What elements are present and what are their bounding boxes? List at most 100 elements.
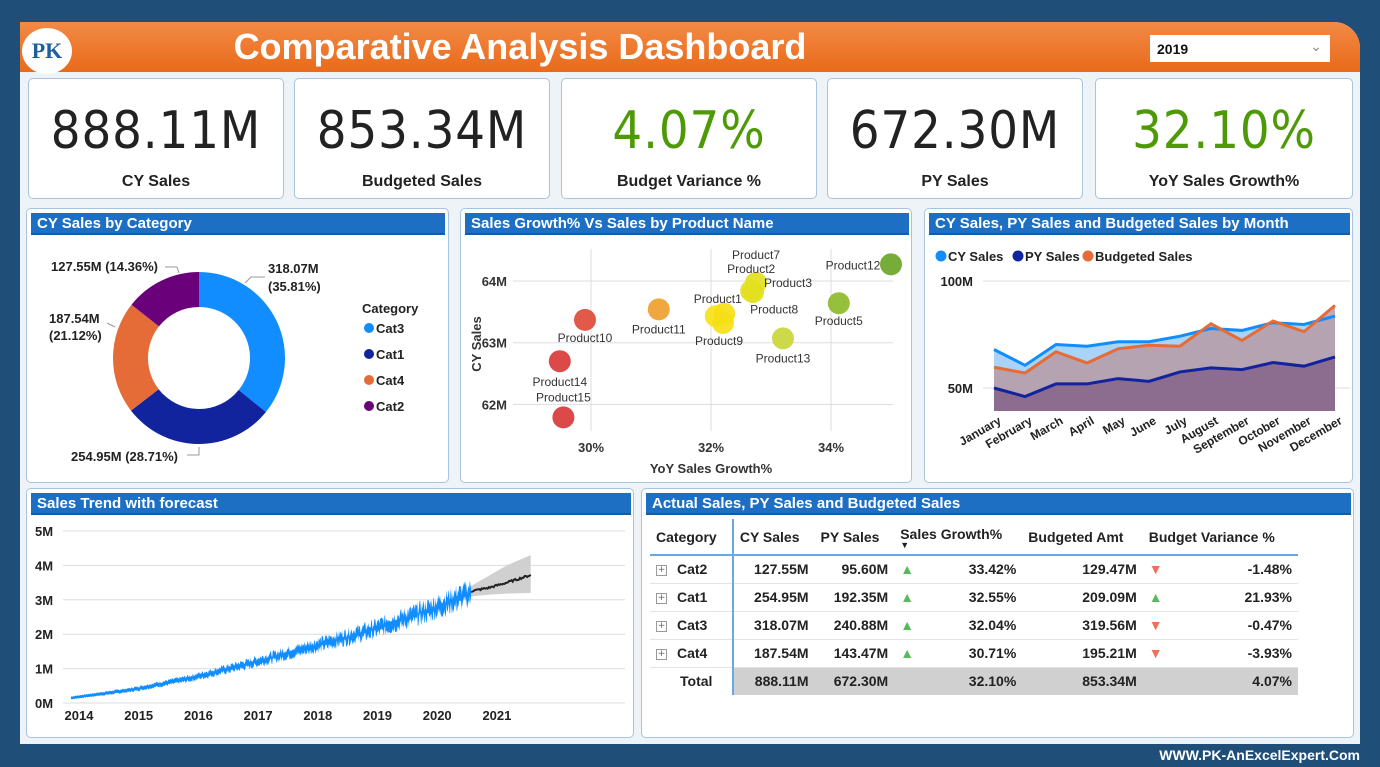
triangle-up-icon: ▲	[900, 561, 915, 578]
y-axis-label: CY Sales	[469, 316, 484, 371]
data-label: (21.12%)	[49, 328, 102, 343]
triangle-down-icon: ▼	[1148, 645, 1163, 661]
data-label: 187.54M	[49, 311, 100, 326]
column-header[interactable]: Budget Variance %	[1142, 519, 1298, 556]
legend-title: Category	[362, 301, 419, 316]
column-header[interactable]: PY Sales	[814, 519, 895, 556]
sales-table: Category CY Sales PY Sales Sales Growth% ▼ Bu…	[650, 519, 1298, 695]
trend-chart: 5M 4M 3M 2M 1M 0M 2014 2015 2016 2017 2018 2019 2020…	[35, 524, 625, 723]
py-sales-cell: 192.35M	[814, 583, 895, 612]
footer-link[interactable]: WWW.PK-AnExcelExpert.Com	[1159, 747, 1360, 763]
legend-item: CY Sales	[948, 249, 1003, 264]
variance-cell: ▼ -3.93%	[1142, 639, 1298, 668]
scatter-point-Product14[interactable]	[548, 350, 571, 373]
py-sales-cell: 240.88M	[814, 611, 895, 640]
x-tick: May	[1100, 413, 1127, 437]
cy-sales-cell: 127.55M	[731, 555, 815, 584]
data-label: 127.55M (14.36%)	[51, 259, 158, 274]
y-tick: 63M	[482, 336, 507, 351]
year-value: 2019	[1157, 41, 1189, 57]
x-tick: 2020	[423, 708, 452, 723]
expand-icon[interactable]: +	[656, 648, 667, 660]
x-tick: March	[1028, 413, 1066, 443]
point-label: Product14	[532, 375, 587, 389]
x-tick: 2019	[363, 708, 392, 723]
legend-item-Cat4: Cat4	[376, 373, 405, 388]
cy-sales-cell: 187.54M	[731, 639, 815, 668]
y-tick: 62M	[482, 397, 507, 412]
cy-sales-cell: 254.95M	[731, 583, 815, 612]
expand-icon[interactable]: +	[656, 592, 667, 604]
point-label: Product1	[694, 292, 742, 306]
budget-cell: 195.21M	[1022, 639, 1143, 668]
x-tick: 32%	[698, 440, 724, 455]
kpi-value: 672.30M	[849, 101, 1061, 161]
y-tick: 50M	[948, 381, 973, 396]
x-tick: 30%	[578, 440, 604, 455]
point-label: Product8	[750, 303, 798, 317]
point-label: Product9	[695, 334, 743, 348]
x-tick: April	[1066, 413, 1097, 439]
x-tick: 34%	[818, 440, 844, 455]
legend-item: Budgeted Sales	[1095, 249, 1193, 264]
kpi-label: CY Sales	[121, 173, 191, 190]
legend-marker	[1082, 250, 1094, 262]
py-sales-cell: 143.47M	[814, 639, 895, 668]
legend-item-Cat2: Cat2	[376, 399, 404, 414]
y-tick: 100M	[940, 274, 973, 289]
scatter-point-Product15[interactable]	[552, 406, 575, 429]
growth-cell: ▲ 32.04%	[894, 611, 1023, 640]
legend-marker	[1012, 250, 1024, 262]
growth-cell: ▲ 32.55%	[894, 583, 1023, 612]
point-label: Product13	[756, 351, 811, 365]
logo: PK	[22, 28, 72, 74]
y-tick: 0M	[35, 696, 53, 711]
budget-cell: 209.09M	[1022, 583, 1143, 612]
scatter-point-Product3[interactable]	[742, 281, 764, 304]
point-label: Product2	[727, 262, 775, 276]
chevron-down-icon: ⌄	[1310, 38, 1322, 54]
legend-item: PY Sales	[1025, 249, 1080, 264]
triangle-up-icon: ▲	[900, 617, 915, 633]
y-tick: 4M	[35, 558, 53, 573]
donut-slice-Cat1[interactable]	[130, 389, 266, 444]
variance-cell: ▲ 21.93%	[1142, 583, 1298, 612]
monthly-area-panel: CY Sales, PY Sales and Budgeted Sales by…	[924, 208, 1353, 483]
x-tick: 2018	[303, 708, 332, 723]
y-tick: 64M	[482, 274, 507, 289]
column-header[interactable]: Category	[650, 519, 733, 556]
column-header[interactable]: CY Sales	[731, 519, 815, 556]
expand-icon[interactable]: +	[656, 565, 667, 577]
kpi-value: 32.10%	[1132, 101, 1316, 161]
scatter-point-Product12[interactable]	[880, 253, 902, 276]
kpi-card: 4.07% Budget Variance %	[561, 78, 817, 199]
scatter-point-Product13[interactable]	[772, 327, 794, 350]
variance-cell: ▼ -0.47%	[1142, 611, 1298, 640]
scatter-point-Product11[interactable]	[647, 298, 670, 321]
growth-cell: ▲ 33.42%	[894, 555, 1023, 584]
expand-icon[interactable]: +	[656, 620, 667, 632]
data-label: 318.07M	[268, 261, 319, 276]
total-row: Total 888.11M 672.30M 32.10% 853.34M 4.07%	[650, 667, 1298, 695]
column-header[interactable]: Budgeted Amt	[1022, 519, 1143, 556]
legend-marker	[364, 401, 374, 411]
y-tick: 1M	[35, 662, 53, 677]
kpi-value: 888.11M	[50, 101, 262, 161]
variance-cell: ▼ -1.48%	[1142, 555, 1298, 584]
legend-marker	[364, 349, 374, 359]
cy-sales-cell: 318.07M	[731, 611, 815, 640]
scatter-point-Product5[interactable]	[827, 292, 850, 315]
scatter-chart: 64M 63M 62M 30% 32% 34% YoY Sales Growth% CY Sa…	[469, 248, 902, 476]
actual-sales-series[interactable]	[71, 580, 471, 700]
budget-cell: 319.56M	[1022, 611, 1143, 640]
point-label: Product15	[536, 390, 591, 404]
triangle-down-icon: ▼	[1148, 561, 1163, 578]
x-tick: June	[1127, 413, 1159, 439]
scatter-point-Product10[interactable]	[574, 308, 596, 331]
page-title: Comparative Analysis Dashboard	[233, 26, 807, 67]
column-header[interactable]: Sales Growth% ▼	[894, 519, 1023, 556]
y-tick: 5M	[35, 524, 53, 539]
legend-marker	[364, 375, 374, 385]
year-dropdown[interactable]: 2019 ⌄	[1150, 35, 1330, 62]
x-tick: 2021	[482, 708, 511, 723]
